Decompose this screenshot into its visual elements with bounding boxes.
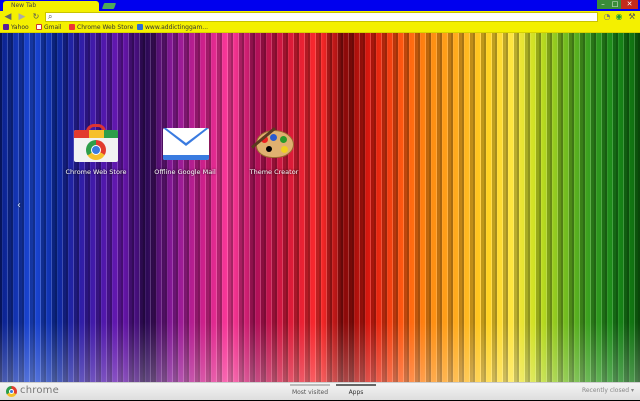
bookmark-chrome-web-store[interactable]: Chrome Web Store (69, 23, 133, 32)
reload-icon: ↻ (32, 12, 40, 21)
back-arrow-icon: ◀ (4, 12, 12, 22)
bookmark-label: Yahoo (11, 24, 29, 31)
bookmark-label: Gmail (44, 24, 62, 31)
chrome-web-store-icon (72, 124, 120, 164)
recently-closed-menu[interactable]: Recently closed ▾ (582, 387, 634, 394)
close-icon: ✕ (626, 0, 633, 8)
address-input[interactable] (58, 13, 578, 21)
yahoo-favicon (3, 24, 9, 30)
ntp-footer: chrome Most visited Apps Recently closed… (0, 382, 640, 400)
close-window-button[interactable]: ✕ (621, 0, 638, 9)
gmail-envelope-icon (161, 124, 209, 164)
gmail-favicon (36, 24, 42, 30)
chrome-logo-icon (6, 386, 17, 397)
minimize-button[interactable]: – (597, 0, 609, 9)
previous-page-arrow-icon[interactable]: ‹ (17, 200, 21, 211)
app-chrome-web-store[interactable]: Chrome Web Store (48, 124, 144, 176)
reload-button[interactable]: ↻ (31, 12, 41, 22)
new-tab-page (0, 33, 640, 382)
app-offline-google-mail[interactable]: Offline Google Mail (137, 124, 233, 176)
search-icon: ⌕ (48, 12, 53, 21)
bookmark-gmail[interactable]: Gmail (36, 23, 62, 32)
bookmarks-bar: Yahoo Gmail Chrome Web Store www.addicti… (0, 23, 640, 33)
extension-icon[interactable]: ◔ (602, 12, 612, 22)
new-tab-button[interactable] (101, 3, 117, 9)
eye-extension-icon[interactable]: ◉ (614, 12, 624, 22)
maximize-button[interactable]: □ (609, 0, 621, 9)
forward-button[interactable]: ▶ (17, 12, 27, 22)
back-button[interactable]: ◀ (3, 12, 13, 22)
forward-arrow-icon: ▶ (18, 12, 26, 22)
tab-title: New Tab (11, 2, 37, 9)
paint-palette-icon (250, 124, 298, 164)
toolbar: ◀ ▶ ↻ ⌕ ◔ ◉ ⚒ (0, 11, 640, 23)
chrome-web-store-favicon (69, 24, 75, 30)
app-label: Theme Creator (249, 168, 299, 176)
app-theme-creator[interactable]: Theme Creator (226, 124, 322, 176)
wrench-icon[interactable]: ⚒ (627, 12, 637, 22)
tab-most-visited[interactable]: Most visited (290, 384, 330, 401)
bookmark-addictinggames[interactable]: www.addictinggam... (137, 23, 208, 32)
chrome-wordmark: chrome (20, 385, 59, 396)
app-label: Offline Google Mail (154, 168, 216, 176)
tab-strip: New Tab – □ ✕ (0, 0, 640, 11)
maximize-icon: □ (611, 0, 619, 8)
omnibox[interactable]: ⌕ (45, 12, 598, 22)
tab-apps[interactable]: Apps (336, 384, 376, 401)
bookmark-label: www.addictinggam... (145, 24, 209, 31)
app-label: Chrome Web Store (65, 168, 127, 176)
tab-new-tab[interactable]: New Tab (3, 1, 99, 11)
addictinggames-favicon (137, 24, 143, 30)
bookmark-label: Chrome Web Store (77, 24, 134, 31)
minimize-icon: – (601, 0, 605, 8)
bookmark-yahoo[interactable]: Yahoo (3, 23, 29, 32)
